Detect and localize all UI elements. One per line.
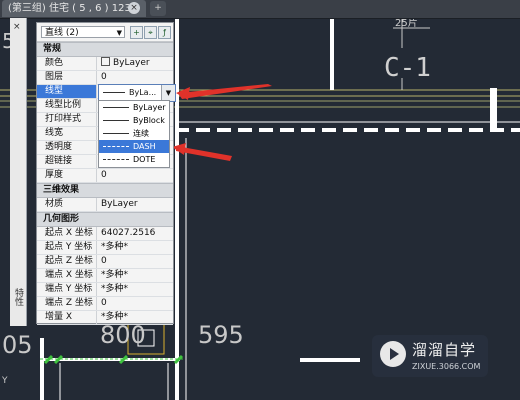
property-row-material[interactable]: 材质 ByLayer <box>37 198 173 212</box>
property-key: 端点 X 坐标 <box>37 269 97 282</box>
property-key: 图层 <box>37 71 97 84</box>
property-key: 材质 <box>37 198 97 211</box>
property-key: 厚度 <box>37 169 97 182</box>
property-row-end-z[interactable]: 端点 Z 坐标 0 <box>37 297 173 311</box>
property-key: 起点 X 坐标 <box>37 227 97 240</box>
red-arrow <box>178 84 272 99</box>
property-value[interactable]: 64027.2516 <box>97 227 173 240</box>
section-general[interactable]: 常规 <box>37 42 173 57</box>
section-title: 三维效果 <box>43 185 80 195</box>
properties-panel: 直线 (2) ▼ + ⌖ ƒ 常规 颜色 ByLayer 图层 0 线型 线型比例 … <box>36 22 174 325</box>
section-title: 常规 <box>43 44 62 54</box>
dim-text: 25片 <box>395 18 418 29</box>
toggle-pickadd-icon[interactable]: + <box>130 26 143 39</box>
wall <box>175 18 179 400</box>
watermark: 溜溜自学 ZIXUE.3066.COM <box>372 335 488 377</box>
property-row-delta-x[interactable]: 增量 X *多种* <box>37 311 173 325</box>
dot-line-sample-icon <box>103 159 129 160</box>
wall <box>300 358 360 362</box>
property-key: 线型比例 <box>37 99 97 112</box>
property-key: 打印样式 <box>37 113 97 126</box>
property-row-color[interactable]: 颜色 ByLayer <box>37 57 173 71</box>
linetype-option-selected[interactable]: DASH <box>99 140 169 153</box>
property-key: 透明度 <box>37 141 97 154</box>
line-sample-icon <box>103 107 129 108</box>
panel-toolbar: 直线 (2) ▼ + ⌖ ƒ <box>37 23 173 42</box>
section-3d-effects[interactable]: 三维效果 <box>37 183 173 198</box>
property-value-text: ByLayer <box>113 58 150 68</box>
document-tab[interactable]: (第三组) 住宅 ( 5 , 6 ) 123* <box>2 0 146 17</box>
tab-title: (第三组) 住宅 ( 5 , 6 ) 123* <box>8 3 136 14</box>
property-key: 端点 Z 坐标 <box>37 297 97 310</box>
play-logo-icon <box>380 341 406 367</box>
property-value[interactable]: 0 <box>97 71 173 84</box>
wall <box>40 338 44 400</box>
line-sample-icon <box>103 120 129 121</box>
property-value[interactable]: ByLayer <box>97 198 173 211</box>
linetype-current-value: ByLa... <box>129 88 157 97</box>
property-value[interactable]: 0 <box>97 255 173 268</box>
property-key: 起点 Z 坐标 <box>37 255 97 268</box>
property-row-layer[interactable]: 图层 0 <box>37 71 173 85</box>
close-icon[interactable]: × <box>13 22 21 32</box>
object-selector-value: 直线 (2) <box>45 28 79 38</box>
palette-title-strip[interactable]: × 特性 <box>10 18 27 326</box>
line-sample-icon <box>103 133 129 134</box>
property-value[interactable]: 0 <box>97 297 173 310</box>
watermark-url: ZIXUE.3066.COM <box>412 362 481 371</box>
chevron-down-icon[interactable]: ▼ <box>161 85 175 101</box>
section-geometry[interactable]: 几何图形 <box>37 212 173 227</box>
grid-label: C-1 <box>384 53 431 83</box>
property-value[interactable]: 0 <box>97 169 173 182</box>
color-swatch-icon <box>101 57 110 66</box>
property-row-thickness[interactable]: 厚度 0 <box>37 169 173 183</box>
property-value[interactable]: *多种* <box>97 241 173 254</box>
section-title: 几何图形 <box>43 214 80 224</box>
property-key: 线型 <box>37 85 97 98</box>
wall <box>490 88 497 128</box>
property-key: 起点 Y 坐标 <box>37 241 97 254</box>
property-value[interactable]: ByLayer <box>97 57 173 70</box>
select-objects-icon[interactable]: ⌖ <box>144 26 157 39</box>
dim-text: 595 <box>198 321 244 349</box>
new-tab-button[interactable]: + <box>150 1 166 16</box>
linetype-options-list: ByLayer ByBlock 连续 DASH DOTE <box>98 100 170 168</box>
y-axis-label: Y <box>1 376 8 386</box>
property-key: 增量 X <box>37 311 97 324</box>
tab-close-icon[interactable]: × <box>128 2 140 14</box>
property-key: 线宽 <box>37 127 97 140</box>
chevron-down-icon: ▼ <box>116 29 122 37</box>
property-value[interactable]: *多种* <box>97 269 173 282</box>
property-value[interactable]: *多种* <box>97 283 173 296</box>
document-tab-bar: (第三组) 住宅 ( 5 , 6 ) 123* × + <box>0 0 520 19</box>
watermark-title: 溜溜自学 <box>412 341 477 359</box>
dash-line-sample-icon <box>103 146 129 147</box>
dim-text: 05 <box>2 331 33 359</box>
quick-select-icon[interactable]: ƒ <box>158 26 171 39</box>
line-sample-icon <box>103 92 125 93</box>
dim-text: 800 <box>100 321 146 349</box>
property-row-start-z[interactable]: 起点 Z 坐标 0 <box>37 255 173 269</box>
linetype-option[interactable]: ByLayer <box>99 101 169 114</box>
palette-title: 特性 <box>13 288 23 306</box>
linetype-option[interactable]: DOTE <box>99 153 169 166</box>
property-row-end-y[interactable]: 端点 Y 坐标 *多种* <box>37 283 173 297</box>
property-row-start-x[interactable]: 起点 X 坐标 64027.2516 <box>37 227 173 241</box>
wall <box>330 18 334 90</box>
property-key: 超链接 <box>37 155 97 168</box>
property-key: 端点 Y 坐标 <box>37 283 97 296</box>
linetype-option[interactable]: ByBlock <box>99 114 169 127</box>
linetype-option[interactable]: 连续 <box>99 127 169 140</box>
property-row-start-y[interactable]: 起点 Y 坐标 *多种* <box>37 241 173 255</box>
property-value[interactable]: *多种* <box>97 311 173 324</box>
property-row-end-x[interactable]: 端点 X 坐标 *多种* <box>37 269 173 283</box>
object-selector[interactable]: 直线 (2) ▼ <box>41 26 125 38</box>
property-key: 颜色 <box>37 57 97 70</box>
